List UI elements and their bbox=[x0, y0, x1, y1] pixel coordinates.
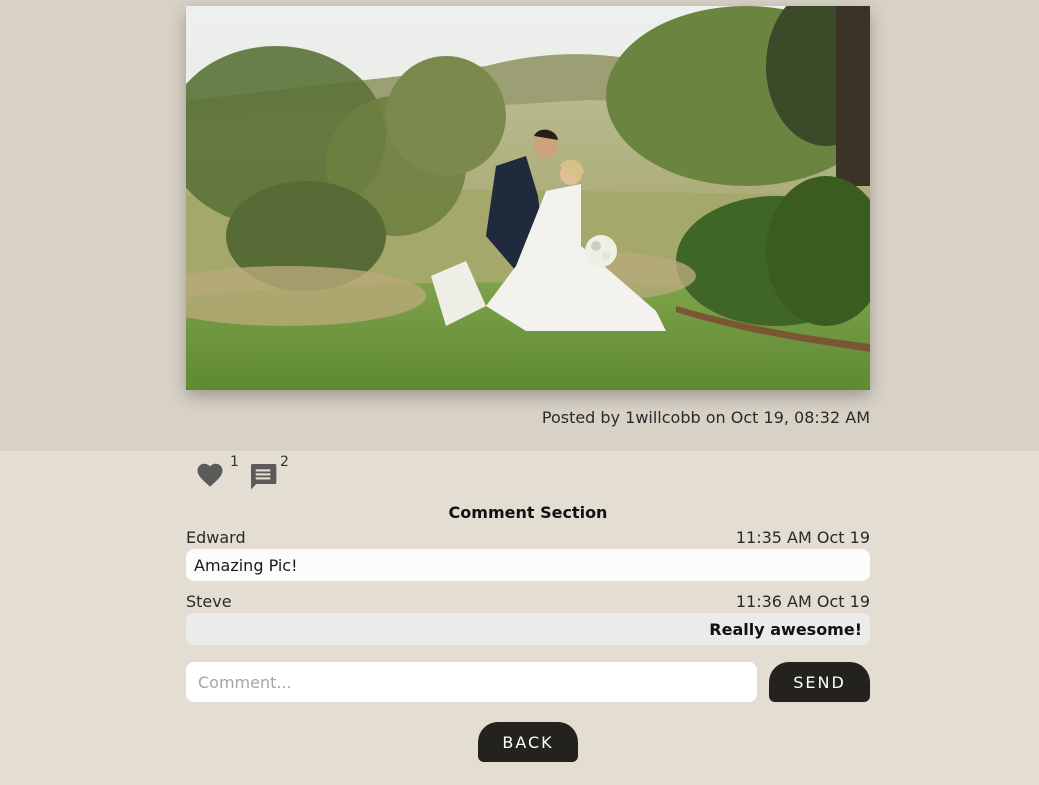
posted-by-label: Posted by bbox=[541, 408, 621, 427]
back-button[interactable]: BACK bbox=[478, 722, 578, 762]
comment-item: Steve 11:36 AM Oct 19 Really awesome! bbox=[186, 591, 870, 645]
heart-icon bbox=[197, 463, 223, 487]
comment-timestamp: 11:36 AM Oct 19 bbox=[735, 592, 870, 611]
post-meta: Posted by 1willcobb on Oct 19, 08:32 AM bbox=[542, 408, 870, 427]
post-author: 1willcobb bbox=[625, 408, 701, 427]
like-count: 1 bbox=[230, 454, 239, 470]
post-photo bbox=[186, 6, 870, 390]
send-button[interactable]: SEND bbox=[769, 662, 870, 702]
reactions-bar: 1 2 bbox=[194, 452, 289, 496]
posted-on-label: on bbox=[705, 408, 726, 427]
wedding-photo-image bbox=[186, 6, 870, 390]
comment-timestamp: 11:35 AM Oct 19 bbox=[735, 528, 870, 547]
comment-count: 2 bbox=[280, 454, 289, 470]
comment-section-title: Comment Section bbox=[448, 503, 608, 522]
comment-author: Edward bbox=[186, 528, 246, 547]
comment-icon bbox=[251, 464, 277, 490]
like-button[interactable]: 1 bbox=[194, 452, 239, 492]
comment-item: Edward 11:35 AM Oct 19 Amazing Pic! bbox=[186, 527, 870, 581]
comment-text: Amazing Pic! bbox=[186, 549, 870, 581]
post-date: Oct 19, 08:32 AM bbox=[730, 408, 870, 427]
comments-button[interactable]: 2 bbox=[246, 452, 289, 492]
comment-author: Steve bbox=[186, 592, 232, 611]
comment-text: Really awesome! bbox=[186, 613, 870, 645]
comment-input[interactable] bbox=[186, 662, 757, 702]
